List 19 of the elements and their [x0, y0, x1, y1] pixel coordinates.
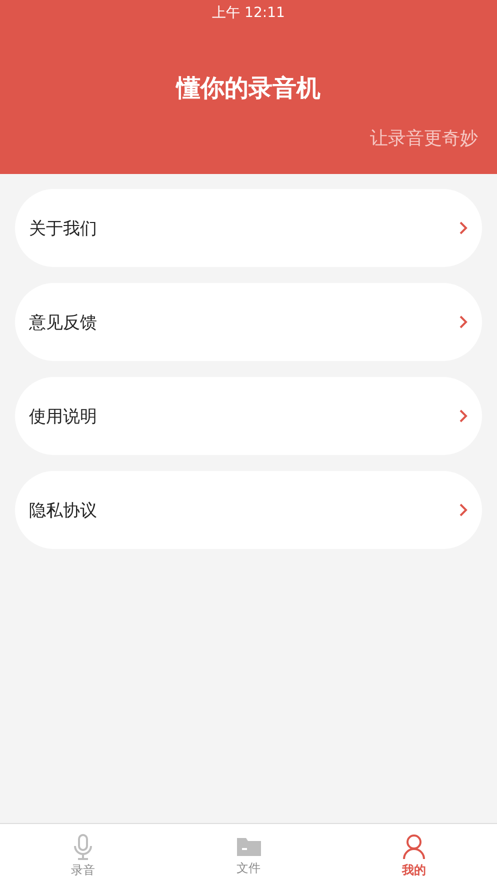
- menu-item[interactable]: 使用说明: [15, 377, 482, 455]
- chevron-right-icon: [459, 409, 468, 423]
- menu-item[interactable]: 意见反馈: [15, 283, 482, 361]
- menu-item-label: 使用说明: [29, 406, 97, 428]
- app-slogan: 让录音更奇妙: [370, 127, 478, 150]
- menu-item[interactable]: 隐私协议: [15, 471, 482, 549]
- folder-icon: [236, 836, 260, 858]
- status-time: 上午 12:11: [212, 4, 285, 22]
- tab-item[interactable]: 我的: [331, 824, 497, 883]
- chevron-right-icon: [459, 221, 468, 235]
- microphone-icon: [72, 834, 94, 860]
- chevron-right-icon: [459, 503, 468, 517]
- app-title: 懂你的录音机: [176, 73, 320, 104]
- chevron-right-icon: [459, 315, 468, 329]
- person-icon: [402, 834, 426, 860]
- menu-item[interactable]: 关于我们: [15, 189, 482, 267]
- menu-item-label: 隐私协议: [29, 500, 97, 522]
- menu-item-label: 关于我们: [29, 218, 97, 240]
- menu-item-label: 意见反馈: [29, 312, 97, 334]
